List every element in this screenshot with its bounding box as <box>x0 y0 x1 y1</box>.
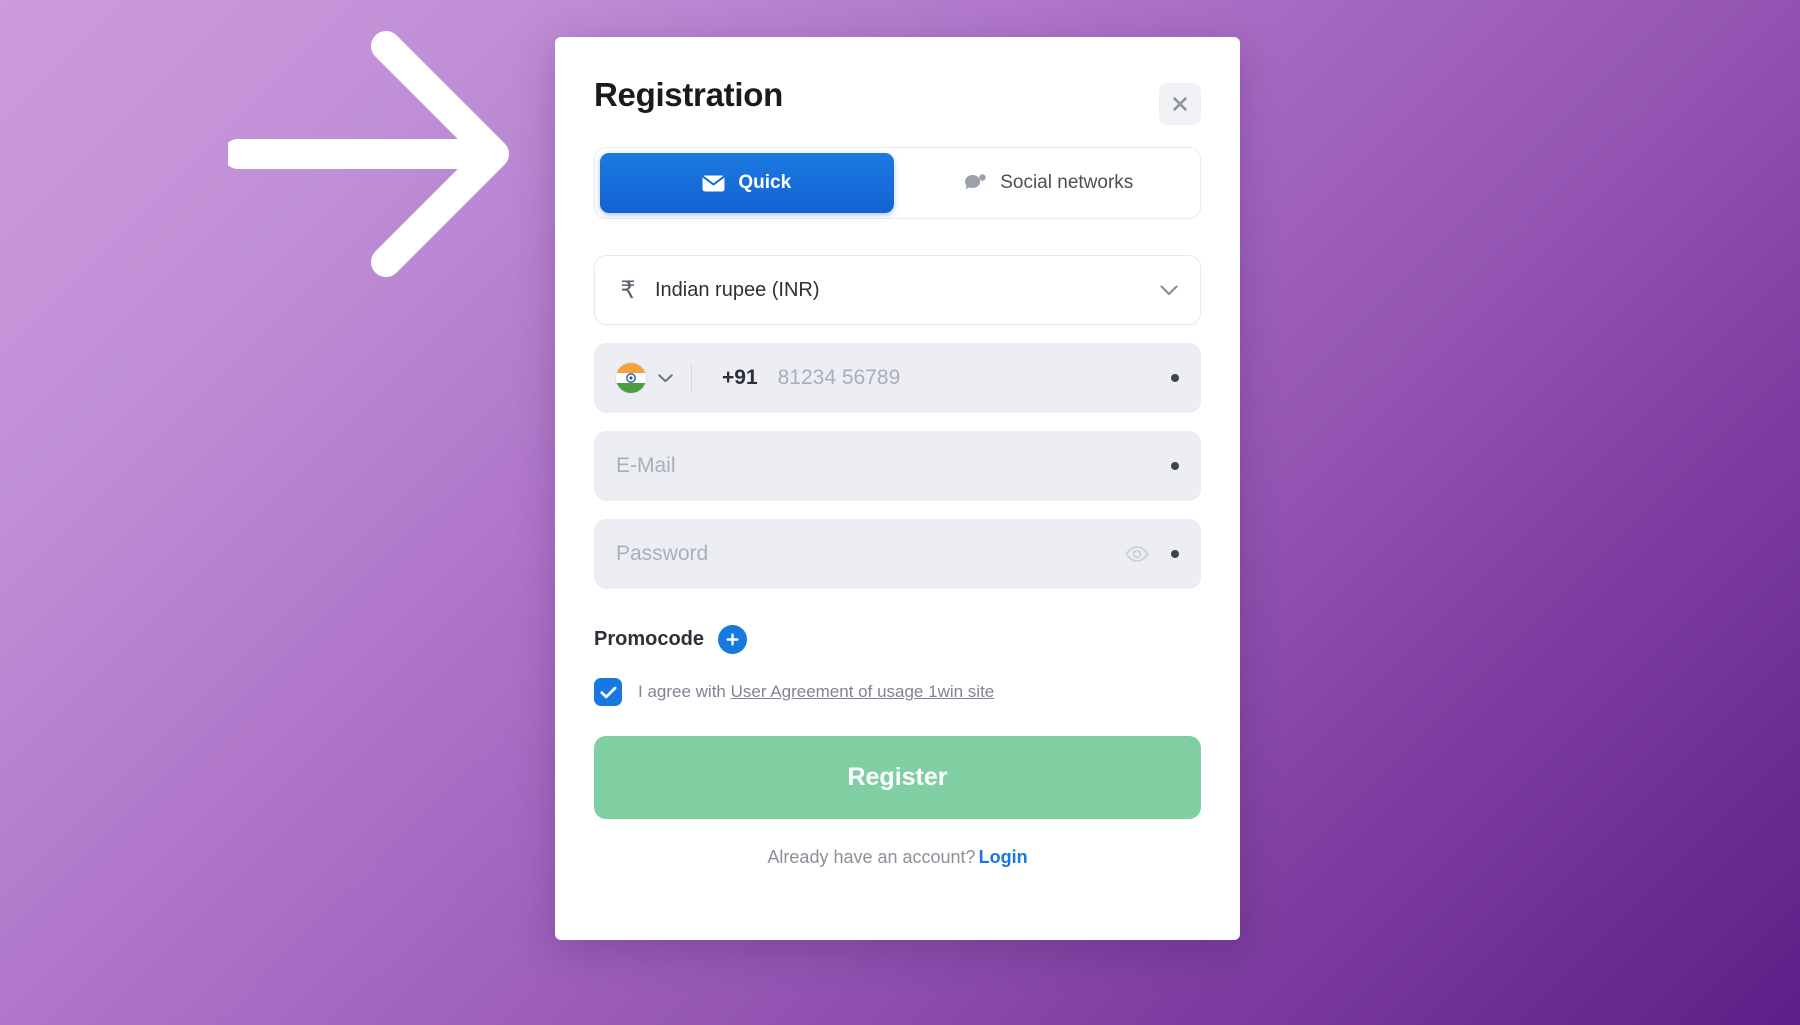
password-placeholder: Password <box>616 542 709 565</box>
registration-method-tabs: Quick Social networks <box>594 147 1201 219</box>
phone-placeholder: 81234 56789 <box>777 366 901 389</box>
plus-icon <box>726 633 739 646</box>
chevron-down-icon <box>1160 284 1178 295</box>
promocode-label: Promocode <box>594 628 705 650</box>
chat-bubble-icon <box>965 173 986 189</box>
chevron-down-icon[interactable] <box>658 373 673 383</box>
envelope-icon <box>702 175 725 191</box>
divider <box>691 363 692 393</box>
india-flag-icon <box>616 363 646 393</box>
user-agreement-link[interactable]: User Agreement of usage 1win site <box>731 682 995 701</box>
email-placeholder: E-Mail <box>616 454 676 477</box>
agreement-prefix: I agree with <box>638 682 731 701</box>
dialog-header: Registration <box>594 37 1201 125</box>
password-field[interactable]: Password <box>594 519 1201 589</box>
phone-input-content: +91 81234 56789 <box>616 363 900 393</box>
currency-select[interactable]: ₹ Indian rupee (INR) <box>594 255 1201 325</box>
registration-dialog: Registration Quick Social networks ₹ Ind… <box>555 37 1240 940</box>
eye-icon[interactable] <box>1125 546 1149 562</box>
register-button[interactable]: Register <box>594 736 1201 819</box>
rupee-icon: ₹ <box>620 276 636 304</box>
phone-country-code: +91 <box>722 366 758 389</box>
tab-social-networks-label: Social networks <box>1000 172 1134 193</box>
arrow-annotation <box>223 28 518 280</box>
required-indicator <box>1171 462 1179 470</box>
agreement-row: I agree with User Agreement of usage 1wi… <box>594 678 1201 706</box>
login-link[interactable]: Login <box>979 847 1028 867</box>
required-indicator <box>1171 550 1179 558</box>
password-field-actions <box>1125 546 1179 562</box>
phone-input[interactable]: +91 81234 56789 <box>594 343 1201 413</box>
tab-quick[interactable]: Quick <box>600 153 894 213</box>
currency-label: Indian rupee (INR) <box>655 278 820 301</box>
arrow-right-icon <box>223 31 509 277</box>
login-prompt: Already have an account? Login <box>594 847 1201 868</box>
close-icon <box>1173 97 1187 111</box>
agreement-text: I agree with User Agreement of usage 1wi… <box>638 682 994 702</box>
email-field[interactable]: E-Mail <box>594 431 1201 501</box>
login-prompt-text: Already have an account? <box>767 847 976 867</box>
currency-select-value: ₹ Indian rupee (INR) <box>617 276 820 305</box>
page-title: Registration <box>594 76 783 113</box>
tab-social-networks[interactable]: Social networks <box>901 153 1195 213</box>
promocode-add-button[interactable] <box>718 625 748 654</box>
promocode-row: Promocode <box>594 625 1201 654</box>
check-icon <box>599 686 616 698</box>
required-indicator <box>1171 374 1179 382</box>
agreement-checkbox[interactable] <box>594 678 622 706</box>
close-button[interactable] <box>1159 83 1201 125</box>
tab-quick-label: Quick <box>738 172 792 193</box>
